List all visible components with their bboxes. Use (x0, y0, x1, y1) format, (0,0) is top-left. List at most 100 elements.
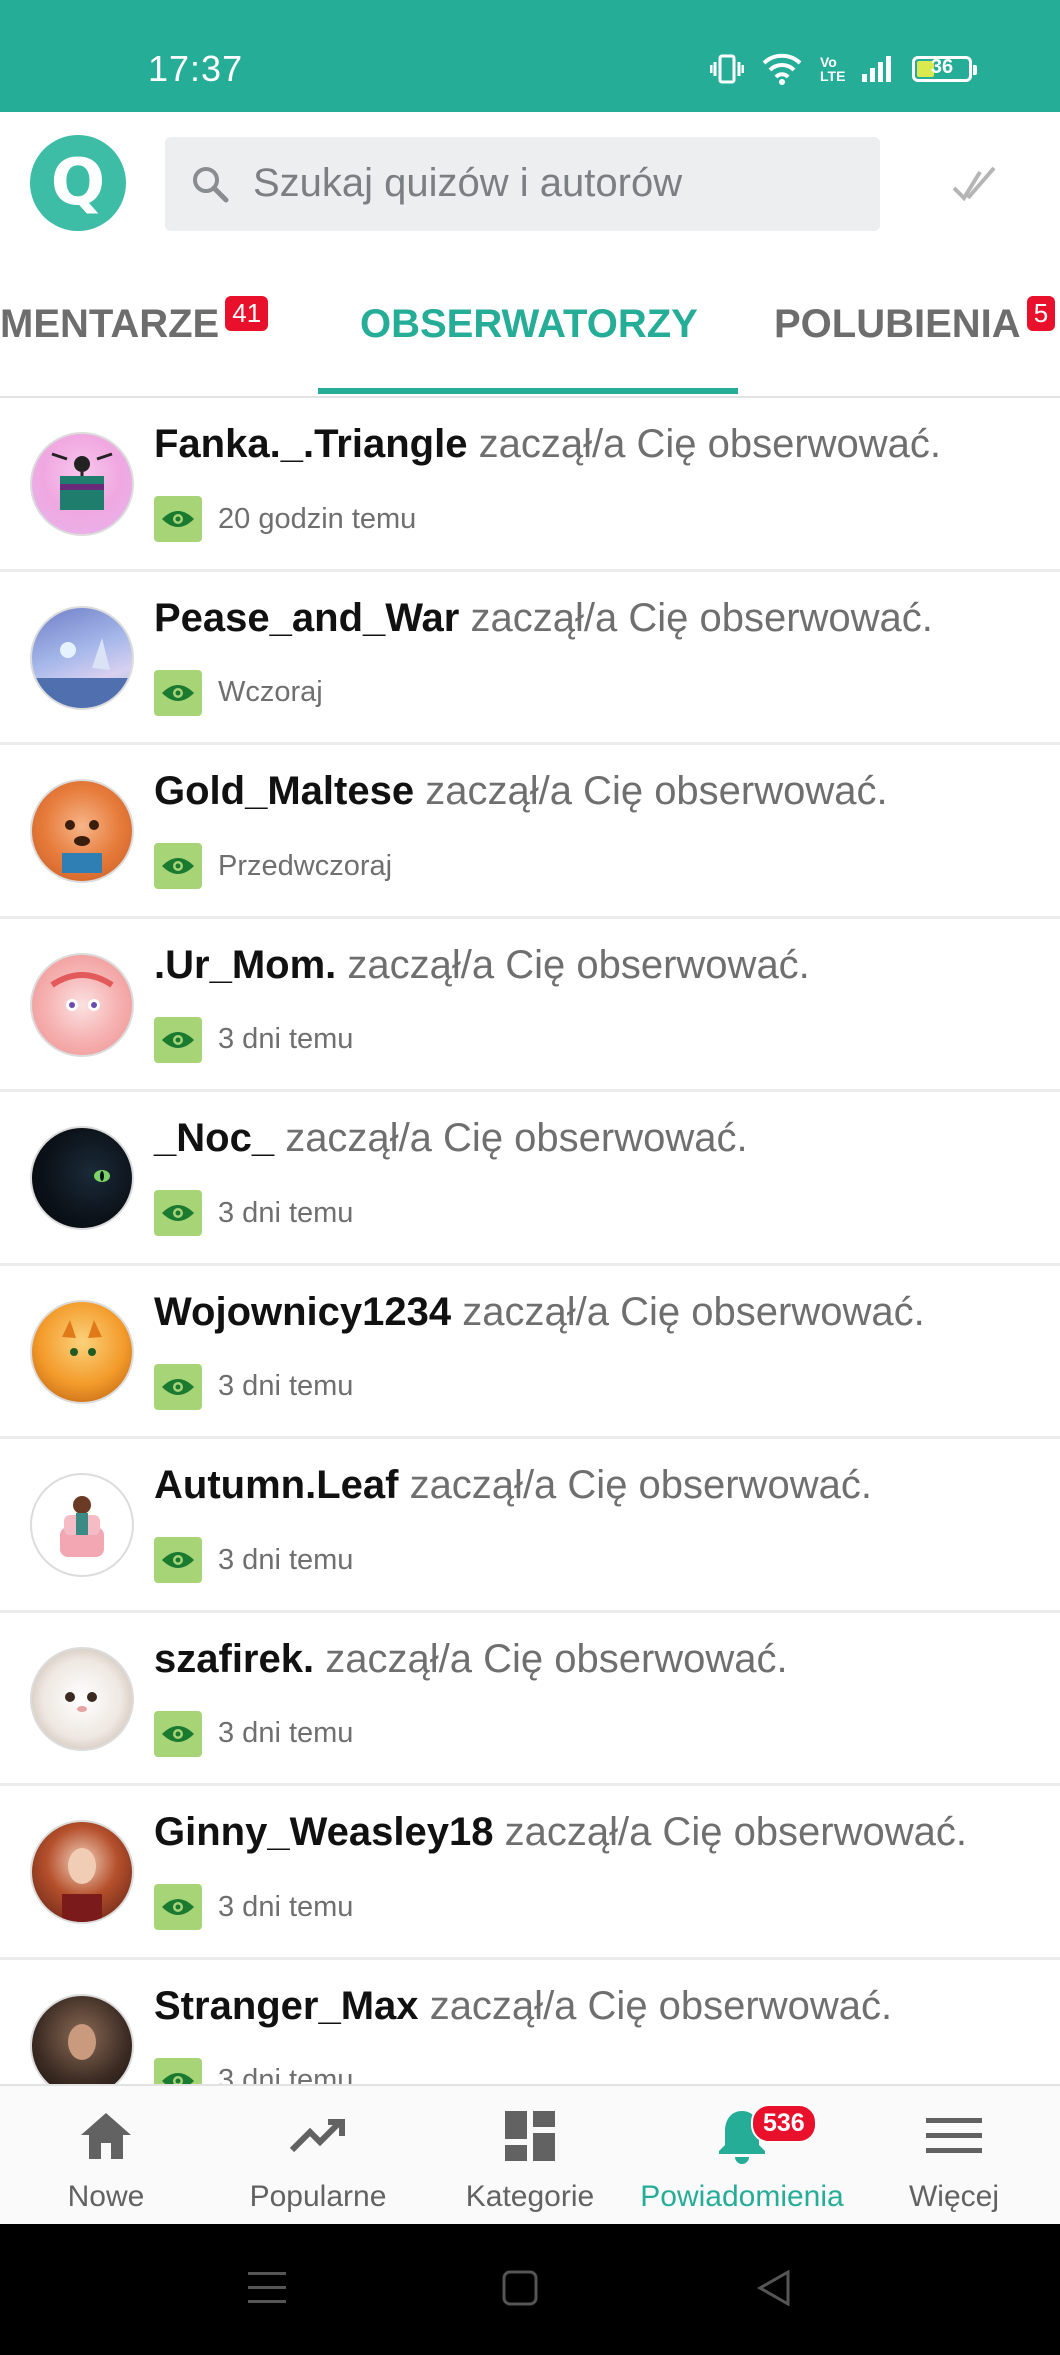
search-placeholder: Szukaj quizów i autorów (253, 161, 683, 205)
username[interactable]: szafirek. (154, 1637, 314, 1681)
notification-row[interactable]: Ginny_Weasley18 zaczął/a Cię obserwować.… (0, 1786, 1060, 1960)
eye-icon (154, 2057, 202, 2084)
status-time: 17:37 (148, 48, 244, 89)
notification-row[interactable]: Pease_and_War zaczął/a Cię obserwować. W… (0, 572, 1060, 745)
username[interactable]: Autumn.Leaf (154, 1463, 398, 1507)
system-navigation-bar (0, 2224, 1060, 2355)
username[interactable]: Stranger_Max (154, 1984, 419, 2028)
notification-meta: 3 dni temu (154, 1710, 354, 1757)
eye-icon (154, 1710, 202, 1757)
notification-list[interactable]: Fanka._.Triangle zaczął/a Cię obserwować… (0, 398, 1060, 2084)
app-logo[interactable]: Q (30, 135, 126, 231)
notification-text: Fanka._.Triangle zaczął/a Cię obserwować… (154, 422, 942, 466)
avatar[interactable] (30, 1126, 134, 1230)
volte-icon: Vo LTE (820, 54, 846, 84)
nav-categories[interactable]: Kategorie (424, 2104, 636, 2214)
avatar[interactable] (30, 432, 134, 536)
search-input[interactable]: Szukaj quizów i autorów (165, 137, 880, 231)
eye-icon (154, 1884, 202, 1930)
tab-comments[interactable]: MENTARZE 41 (0, 296, 269, 347)
notification-time: 20 godzin temu (218, 502, 417, 535)
username[interactable]: Gold_Maltese (154, 769, 414, 813)
notification-tabs: MENTARZE 41 OBSERWATORZY POLUBIENIA 5 (0, 252, 1060, 398)
notification-meta: Przedwczoraj (154, 843, 392, 889)
notification-text: .Ur_Mom. zaczął/a Cię obserwować. (154, 942, 810, 987)
notification-row[interactable]: Gold_Maltese zaczął/a Cię obserwować. Pr… (0, 745, 1060, 919)
notification-row[interactable]: szafirek. zaczął/a Cię obserwować. 3 dni… (0, 1613, 1060, 1786)
notification-meta: 20 godzin temu (154, 496, 416, 542)
eye-icon (154, 1537, 202, 1583)
mark-all-read-icon[interactable] (950, 162, 998, 206)
eye-icon (154, 1016, 202, 1063)
notification-row[interactable]: Wojownicy1234 zaczął/a Cię obserwować. 3… (0, 1266, 1060, 1439)
notification-time: 3 dni temu (218, 1196, 354, 1229)
notification-row[interactable]: Stranger_Max zaczął/a Cię obserwować. 3 … (0, 1960, 1060, 2084)
notification-text: Wojownicy1234 zaczął/a Cię obserwować. (154, 1289, 925, 1334)
avatar[interactable] (30, 605, 134, 710)
username[interactable]: Wojownicy1234 (154, 1290, 451, 1334)
tab-badge: 41 (225, 296, 269, 331)
nav-popular[interactable]: Popularne (212, 2104, 424, 2214)
username[interactable]: _Noc_ (154, 1116, 274, 1160)
avatar[interactable] (30, 779, 134, 883)
nav-more[interactable]: Więcej (848, 2104, 1060, 2214)
eye-icon (154, 496, 202, 542)
search-icon (193, 167, 229, 203)
username[interactable]: Ginny_Weasley18 (154, 1810, 493, 1854)
notification-row[interactable]: Fanka._.Triangle zaczął/a Cię obserwować… (0, 398, 1060, 572)
notification-meta: 3 dni temu (154, 1363, 353, 1410)
notification-meta: 3 dni temu (154, 1884, 353, 1930)
notification-meta: Wczoraj (154, 669, 323, 716)
notification-time: 3 dni temu (218, 2064, 354, 2084)
avatar[interactable] (30, 1299, 134, 1404)
nav-new[interactable]: Nowe (0, 2104, 212, 2214)
notification-count-badge: 536 (751, 2104, 817, 2143)
tab-followers[interactable]: OBSERWATORZY (360, 302, 698, 347)
battery-level: 36 (930, 56, 954, 78)
notification-text: Ginny_Weasley18 zaczął/a Cię obserwować. (154, 1810, 967, 1854)
notification-meta: 3 dni temu (154, 1190, 353, 1236)
nav-notifications[interactable]: 536 Powiadomienia (636, 2104, 848, 2214)
avatar[interactable] (30, 1473, 134, 1577)
home-icon (81, 2113, 131, 2159)
notification-row[interactable]: _Noc_ zaczął/a Cię obserwować. 3 dni tem… (0, 1092, 1060, 1266)
notification-row[interactable]: .Ur_Mom. zaczął/a Cię obserwować. 3 dni … (0, 919, 1060, 1092)
nav-label: Więcej (908, 2180, 999, 2213)
username[interactable]: Pease_and_War (154, 596, 459, 640)
nav-label: Popularne (249, 2180, 387, 2213)
nav-label: Kategorie (465, 2180, 595, 2213)
username[interactable]: .Ur_Mom. (154, 943, 336, 987)
notification-time: Wczoraj (218, 676, 323, 708)
app-header: Q Szukaj quizów i autorów (0, 112, 1060, 252)
categories-icon (505, 2111, 555, 2161)
wifi-icon (762, 53, 802, 85)
notification-time: 3 dni temu (218, 1543, 354, 1576)
status-icons: Vo LTE 36 (710, 52, 977, 86)
eye-icon (154, 669, 202, 716)
nav-label: Nowe (67, 2180, 145, 2213)
avatar[interactable] (30, 1993, 134, 2084)
back-icon[interactable] (756, 2270, 792, 2306)
notification-meta: 3 dni temu (154, 1016, 353, 1063)
eye-icon (154, 1190, 202, 1236)
nav-label: Powiadomienia (640, 2180, 844, 2213)
recent-apps-icon[interactable] (248, 2270, 286, 2306)
status-bar: 17:37 Vo LTE 36 (0, 0, 1060, 112)
avatar[interactable] (30, 952, 134, 1057)
notification-row[interactable]: Autumn.Leaf zaczął/a Cię obserwować. 3 d… (0, 1439, 1060, 1613)
eye-icon (154, 1363, 202, 1410)
menu-icon (926, 2118, 982, 2153)
bottom-navigation: Nowe Popularne Kategorie 536 Powiadomien… (0, 2084, 1060, 2226)
signal-icon (862, 56, 891, 82)
username[interactable]: Fanka._.Triangle (154, 422, 467, 466)
notification-time: 3 dni temu (218, 1717, 354, 1749)
tab-likes[interactable]: POLUBIENIA 5 (774, 296, 1056, 347)
avatar[interactable] (30, 1820, 134, 1924)
home-button-icon[interactable] (502, 2270, 538, 2306)
active-tab-indicator (318, 388, 738, 394)
notification-time: Przedwczoraj (218, 849, 393, 882)
avatar[interactable] (30, 1646, 134, 1751)
battery-icon: 36 (912, 56, 977, 82)
trending-icon (289, 2119, 345, 2153)
notification-text: _Noc_ zaczął/a Cię obserwować. (154, 1116, 748, 1160)
